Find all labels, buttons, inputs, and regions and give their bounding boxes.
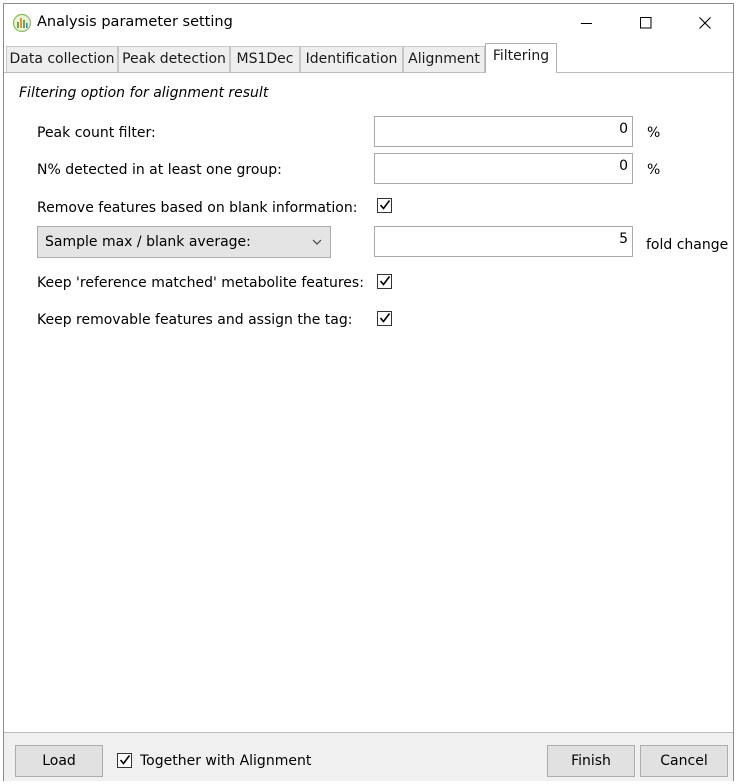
maximize-icon: [640, 17, 652, 29]
close-button[interactable]: [680, 4, 730, 42]
dialog-window: Analysis parameter setting Data collecti…: [3, 3, 734, 781]
maximize-button[interactable]: [621, 4, 671, 42]
keep-removable-label: Keep removable features and assign the t…: [37, 312, 353, 328]
peak-count-input[interactable]: 0: [374, 116, 633, 147]
app-icon: [12, 13, 32, 33]
checkmark-icon: [379, 276, 391, 286]
tab-bar: Data collection Peak detection MS1Dec Id…: [4, 42, 733, 73]
close-icon: [699, 17, 711, 29]
chevron-down-icon: [312, 239, 322, 245]
keep-reference-label: Keep 'reference matched' metabolite feat…: [37, 275, 364, 291]
blank-mode-dropdown[interactable]: Sample max / blank average:: [37, 226, 331, 258]
together-with-alignment-label[interactable]: Together with Alignment: [140, 753, 311, 769]
peak-count-label: Peak count filter:: [37, 125, 156, 141]
title-bar[interactable]: Analysis parameter setting: [4, 4, 733, 42]
tab-identification[interactable]: Identification: [300, 46, 403, 72]
together-with-alignment-checkbox[interactable]: [117, 753, 132, 768]
remove-blank-checkbox[interactable]: [377, 198, 392, 213]
cancel-button[interactable]: Cancel: [640, 745, 728, 777]
blank-mode-value: Sample max / blank average:: [45, 234, 251, 250]
tab-data-collection[interactable]: Data collection: [6, 46, 118, 72]
fold-change-input[interactable]: 5: [374, 226, 633, 257]
keep-removable-checkbox[interactable]: [377, 311, 392, 326]
remove-blank-label: Remove features based on blank informati…: [37, 200, 358, 216]
tab-filtering[interactable]: Filtering: [485, 43, 557, 73]
minimize-button[interactable]: [562, 4, 612, 42]
filtering-panel: Filtering option for alignment result Pe…: [4, 73, 733, 732]
dialog-footer: Load Together with Alignment Finish Canc…: [4, 732, 733, 781]
n-percent-label: N% detected in at least one group:: [37, 162, 282, 178]
load-button[interactable]: Load: [15, 745, 103, 777]
checkmark-icon: [379, 313, 391, 323]
checkmark-icon: [119, 755, 131, 765]
checkmark-icon: [379, 200, 391, 210]
n-percent-input[interactable]: 0: [374, 153, 633, 184]
fold-change-unit: fold change: [646, 237, 729, 253]
finish-button[interactable]: Finish: [547, 745, 635, 777]
peak-count-unit: %: [647, 125, 661, 141]
tab-alignment[interactable]: Alignment: [403, 46, 485, 72]
window-title: Analysis parameter setting: [37, 14, 233, 30]
tab-ms1dec[interactable]: MS1Dec: [230, 46, 300, 72]
tab-peak-detection[interactable]: Peak detection: [118, 46, 230, 72]
n-percent-unit: %: [647, 162, 661, 178]
keep-reference-checkbox[interactable]: [377, 274, 392, 289]
minimize-icon: [581, 23, 592, 24]
section-title: Filtering option for alignment result: [19, 85, 269, 101]
